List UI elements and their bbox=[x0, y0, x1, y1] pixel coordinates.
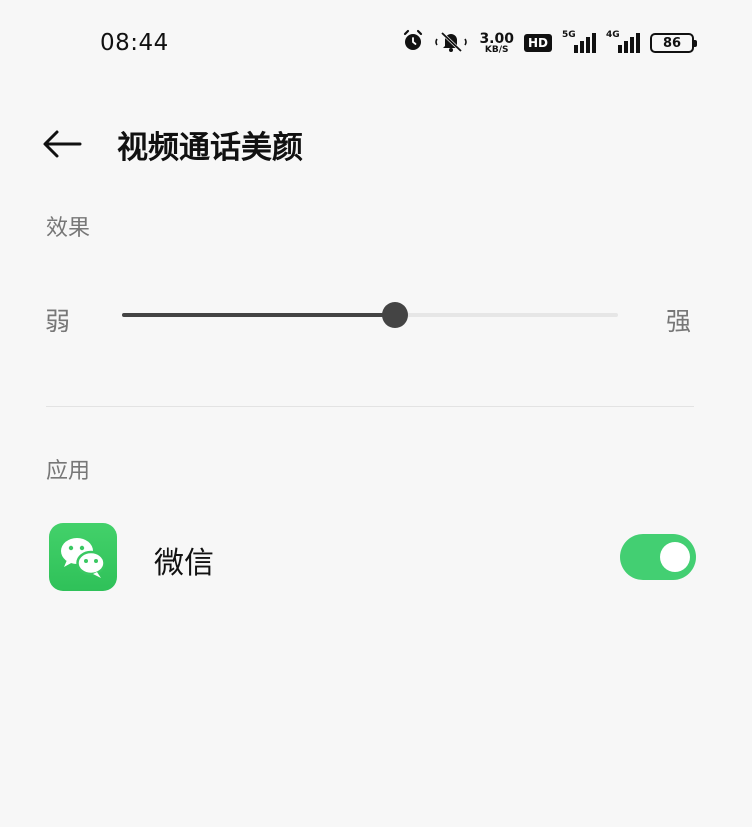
sim1-tag: 5G bbox=[562, 30, 576, 40]
slider-min-label: 弱 bbox=[45, 307, 71, 336]
status-icons: 3.00 KB/S HD 5G 4G 86 bbox=[401, 28, 697, 58]
back-button[interactable] bbox=[40, 122, 84, 166]
wechat-toggle[interactable] bbox=[620, 534, 696, 580]
network-speed: 3.00 KB/S bbox=[479, 32, 514, 55]
status-time: 08:44 bbox=[100, 30, 169, 56]
mute-bell-icon bbox=[435, 29, 469, 57]
screen: 08:44 3.00 KB/S HD 5G 4G 86 视频通话美颜 效果 弱 … bbox=[0, 0, 752, 827]
hd-badge: HD bbox=[523, 34, 552, 52]
slider-fill bbox=[122, 313, 395, 317]
apps-section-label: 应用 bbox=[46, 459, 91, 484]
beauty-level-slider[interactable] bbox=[122, 302, 618, 328]
app-name: 微信 bbox=[154, 546, 214, 581]
speed-value: 3.00 bbox=[479, 30, 514, 47]
signal-sim1-icon: 5G bbox=[562, 30, 596, 53]
app-row-wechat: 微信 bbox=[46, 520, 696, 594]
sim2-tag: 4G bbox=[606, 30, 620, 40]
alarm-icon bbox=[401, 29, 425, 57]
page-title: 视频通话美颜 bbox=[117, 130, 303, 166]
back-arrow-icon bbox=[43, 130, 82, 158]
toggle-knob bbox=[660, 542, 690, 572]
speed-unit: KB/S bbox=[484, 44, 509, 55]
battery-level: 86 bbox=[662, 35, 682, 51]
wechat-icon bbox=[49, 523, 117, 591]
battery-icon: 86 bbox=[650, 33, 697, 53]
slider-max-label: 强 bbox=[666, 307, 692, 336]
signal-sim2-icon: 4G bbox=[606, 30, 640, 53]
divider bbox=[46, 406, 694, 407]
effect-section-label: 效果 bbox=[46, 216, 91, 241]
slider-thumb[interactable] bbox=[381, 302, 408, 328]
